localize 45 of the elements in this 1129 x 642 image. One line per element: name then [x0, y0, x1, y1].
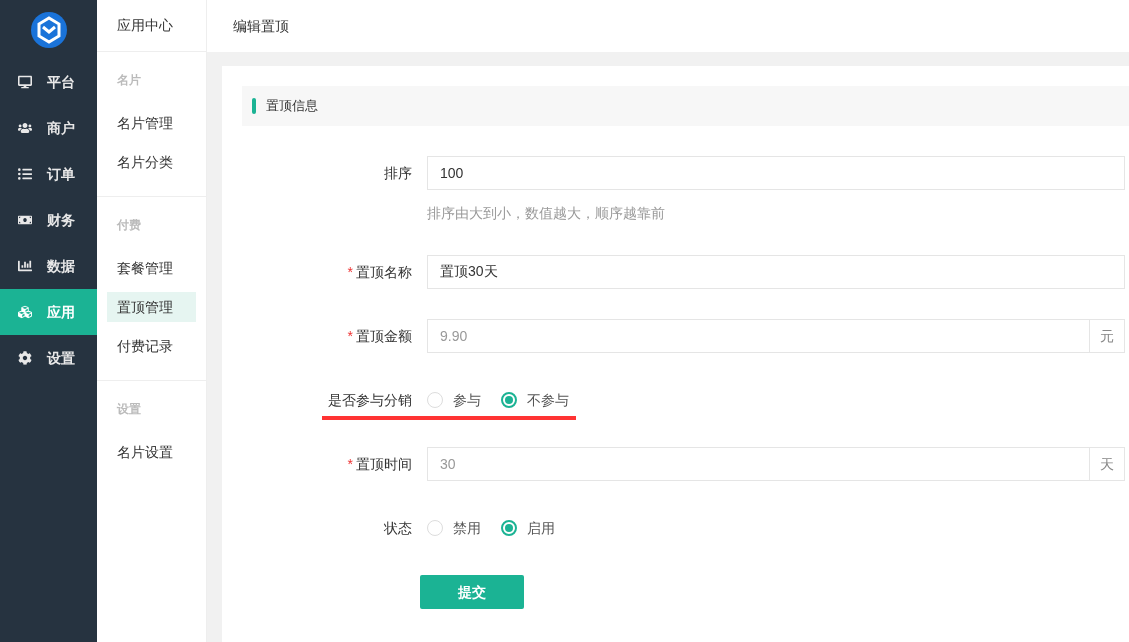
field-label: 是否参与分销	[328, 390, 412, 410]
settings-icon	[17, 351, 33, 365]
list-icon	[17, 167, 33, 181]
subnav-title: 应用中心	[117, 16, 173, 35]
subnav-item[interactable]: 置顶管理	[107, 292, 196, 322]
input-field[interactable]: 9.90	[427, 319, 1090, 353]
cube-logo-icon	[30, 11, 67, 48]
subnav-item[interactable]: 名片管理	[107, 108, 196, 138]
field-label: 排序	[384, 163, 412, 183]
subnav-item[interactable]: 付费记录	[107, 331, 196, 361]
radio-option[interactable]: 参与	[427, 389, 481, 411]
banknote-icon	[17, 213, 33, 227]
nav-item[interactable]: 平台	[0, 59, 97, 105]
nav-item[interactable]: 数据	[0, 243, 97, 289]
unit-label: 元	[1090, 319, 1125, 353]
section-title: 置顶信息	[266, 97, 318, 116]
bar-chart-icon	[17, 259, 33, 273]
input-field[interactable]: 置顶30天	[427, 255, 1125, 289]
group-heading: 名片	[117, 72, 141, 89]
nav-item[interactable]: 订单	[0, 151, 97, 197]
radio-option[interactable]: 禁用	[427, 517, 481, 539]
radio-button[interactable]	[501, 520, 517, 536]
radio-option[interactable]: 不参与	[501, 389, 569, 411]
page-title: 编辑置顶	[233, 16, 289, 36]
group-heading: 付费	[117, 217, 141, 234]
field-label: * 置顶金额	[347, 326, 412, 346]
nav-item[interactable]: 设置	[0, 335, 97, 381]
users-icon	[17, 121, 33, 135]
monitor-icon	[17, 75, 33, 89]
cubes-icon	[17, 305, 33, 319]
nav-item[interactable]: 商户	[0, 105, 97, 151]
radio-option[interactable]: 启用	[501, 517, 555, 539]
input-field[interactable]: 30	[427, 447, 1090, 481]
subnav-item[interactable]: 名片设置	[107, 437, 196, 467]
field-label: * 置顶名称	[347, 262, 412, 282]
nav-item[interactable]: 财务	[0, 197, 97, 243]
radio-button[interactable]	[501, 392, 517, 408]
hint-text: 排序由大到小，数值越大，顺序越靠前	[427, 205, 665, 221]
subnav-item[interactable]: 名片分类	[107, 147, 196, 177]
unit-label: 天	[1090, 447, 1125, 481]
group-heading: 设置	[117, 401, 141, 418]
subnav-item[interactable]: 套餐管理	[107, 253, 196, 283]
field-label: * 置顶时间	[347, 454, 412, 474]
field-label: 状态	[384, 518, 412, 538]
input-field[interactable]: 100	[427, 156, 1125, 190]
